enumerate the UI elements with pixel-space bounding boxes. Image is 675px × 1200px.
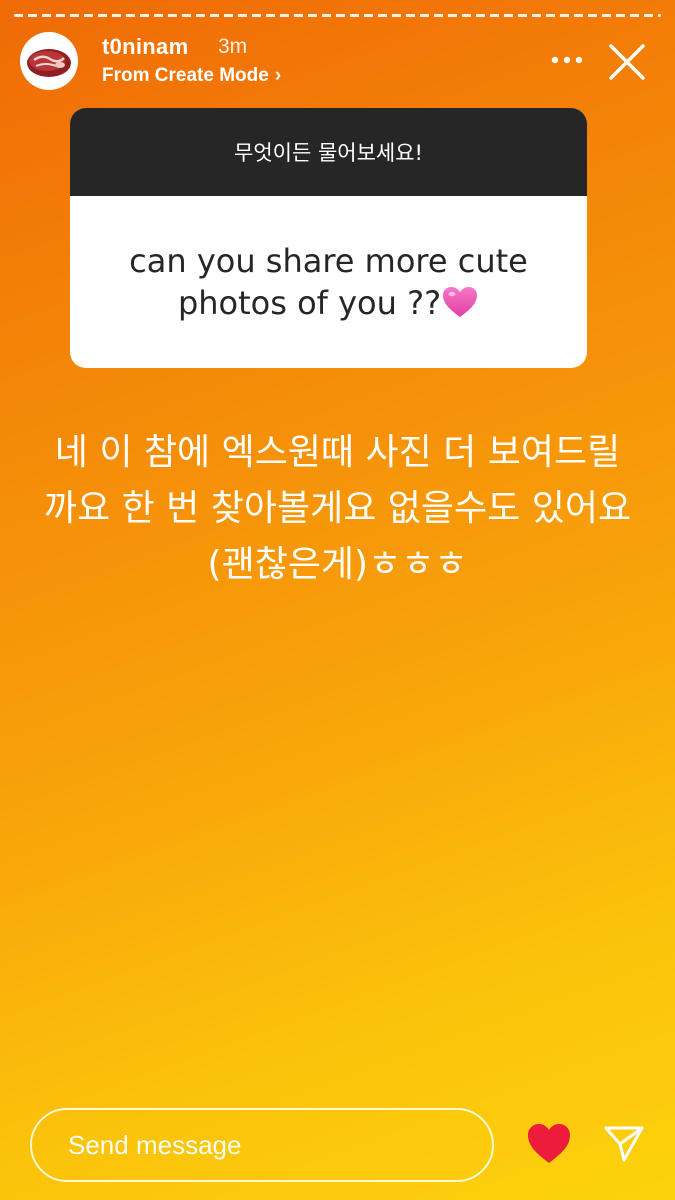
like-button[interactable] — [526, 1122, 572, 1166]
username[interactable]: t0ninam — [102, 34, 188, 60]
heart-icon — [528, 1124, 570, 1163]
create-mode-link[interactable]: From Create Mode › — [102, 65, 281, 87]
send-icon — [604, 1126, 644, 1162]
question-text-wrapper: can you share more cute photos of you ?? — [110, 240, 547, 324]
question-sticker-body: can you share more cute photos of you ?? — [70, 196, 587, 368]
close-icon — [609, 44, 645, 80]
story-header: t0ninam 3m From Create Mode › — [20, 30, 661, 92]
question-sticker[interactable]: 무엇이든 물어보세요! can you share more cute phot… — [70, 108, 587, 368]
avatar[interactable] — [20, 32, 78, 90]
create-mode-label: From Create Mode — [102, 65, 269, 86]
share-button[interactable] — [602, 1122, 646, 1166]
pink-heart-emoji-icon — [443, 287, 478, 317]
story-timestamp: 3m — [218, 35, 248, 58]
chevron-right-icon: › — [274, 65, 282, 86]
reply-caption: 네 이 참에 엑스원때 사진 더 보여드릴까요 한 번 찾아볼게요 없을수도 있… — [43, 432, 632, 585]
steak-avatar-icon — [20, 32, 78, 90]
question-sticker-header: 무엇이든 물어보세요! — [70, 108, 587, 196]
send-message-input[interactable] — [30, 1108, 494, 1182]
story-progress-bar — [14, 14, 661, 17]
more-options-button[interactable] — [549, 48, 585, 72]
more-dots-icon — [551, 56, 583, 64]
close-button[interactable] — [605, 40, 649, 84]
